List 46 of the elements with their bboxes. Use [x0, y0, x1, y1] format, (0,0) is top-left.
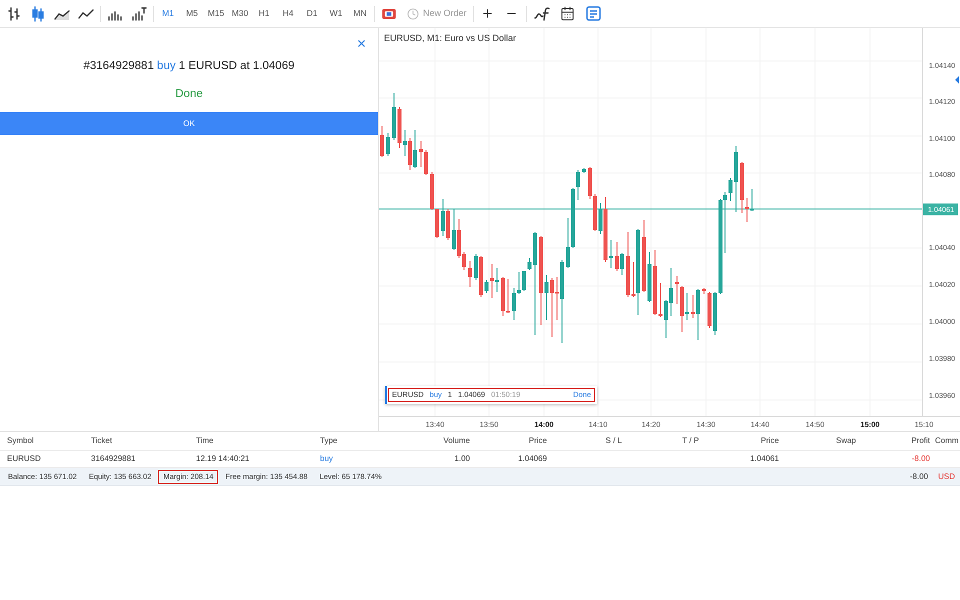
- timeframe-tab[interactable]: H4: [276, 4, 300, 24]
- column-header: Symbol: [7, 436, 34, 445]
- timeframe-tab[interactable]: W1: [324, 4, 348, 24]
- column-header: Volume: [443, 436, 470, 445]
- table-cell: 1.00: [454, 454, 470, 463]
- currency-label: USD: [938, 470, 955, 482]
- timeframe-tab[interactable]: M15: [204, 4, 228, 24]
- candlestick-icon[interactable]: [30, 6, 46, 22]
- table-cell: buy: [320, 454, 333, 463]
- indicators-icon[interactable]: [534, 6, 550, 20]
- table-cell: 1.04061: [750, 454, 779, 463]
- column-header: S / L: [606, 436, 622, 445]
- table-cell: 12.19 14:40:21: [196, 454, 250, 463]
- column-header: Price: [528, 436, 547, 445]
- notes-icon[interactable]: [586, 6, 602, 21]
- total-profit: -8.00: [910, 470, 928, 482]
- timeframe-tab[interactable]: MN: [348, 4, 372, 24]
- column-header: Ticket: [91, 436, 112, 445]
- column-header: Swap: [836, 436, 856, 445]
- column-header: Time: [196, 436, 214, 445]
- table-cell: EURUSD: [7, 454, 41, 463]
- status-text: Done: [175, 87, 203, 102]
- calendar-icon[interactable]: [560, 6, 576, 21]
- column-header: Type: [320, 436, 338, 445]
- timeframe-tab[interactable]: H1: [252, 4, 276, 24]
- volume-bars-icon[interactable]: [131, 6, 147, 22]
- column-header: Profit: [911, 436, 930, 445]
- plus-icon[interactable]: [481, 7, 494, 20]
- one-click-trading-icon[interactable]: [382, 8, 396, 18]
- timeframe-tab[interactable]: M5: [180, 4, 204, 24]
- timeframe-tab[interactable]: M1: [156, 4, 180, 24]
- column-header: Price: [760, 436, 779, 445]
- table-cell: -8.00: [912, 454, 930, 463]
- timeframe-tab[interactable]: M30: [228, 4, 252, 24]
- clock-icon: [407, 8, 419, 20]
- column-header: Comm: [935, 436, 959, 445]
- ok-button[interactable]: OK: [0, 112, 378, 135]
- order-message: #3164929881 buy 1 EURUSD at 1.04069: [83, 59, 294, 74]
- timeframe-tab[interactable]: D1: [300, 4, 324, 24]
- table-cell: 3164929881: [91, 454, 136, 463]
- bar-chart-icon[interactable]: [6, 6, 22, 22]
- chart-title: EURUSD, M1: Euro vs US Dollar: [384, 32, 516, 45]
- triangle-marker-icon: [955, 76, 960, 84]
- table-cell: 1.04069: [518, 454, 547, 463]
- column-header: T / P: [682, 436, 699, 445]
- close-icon[interactable]: [356, 38, 367, 49]
